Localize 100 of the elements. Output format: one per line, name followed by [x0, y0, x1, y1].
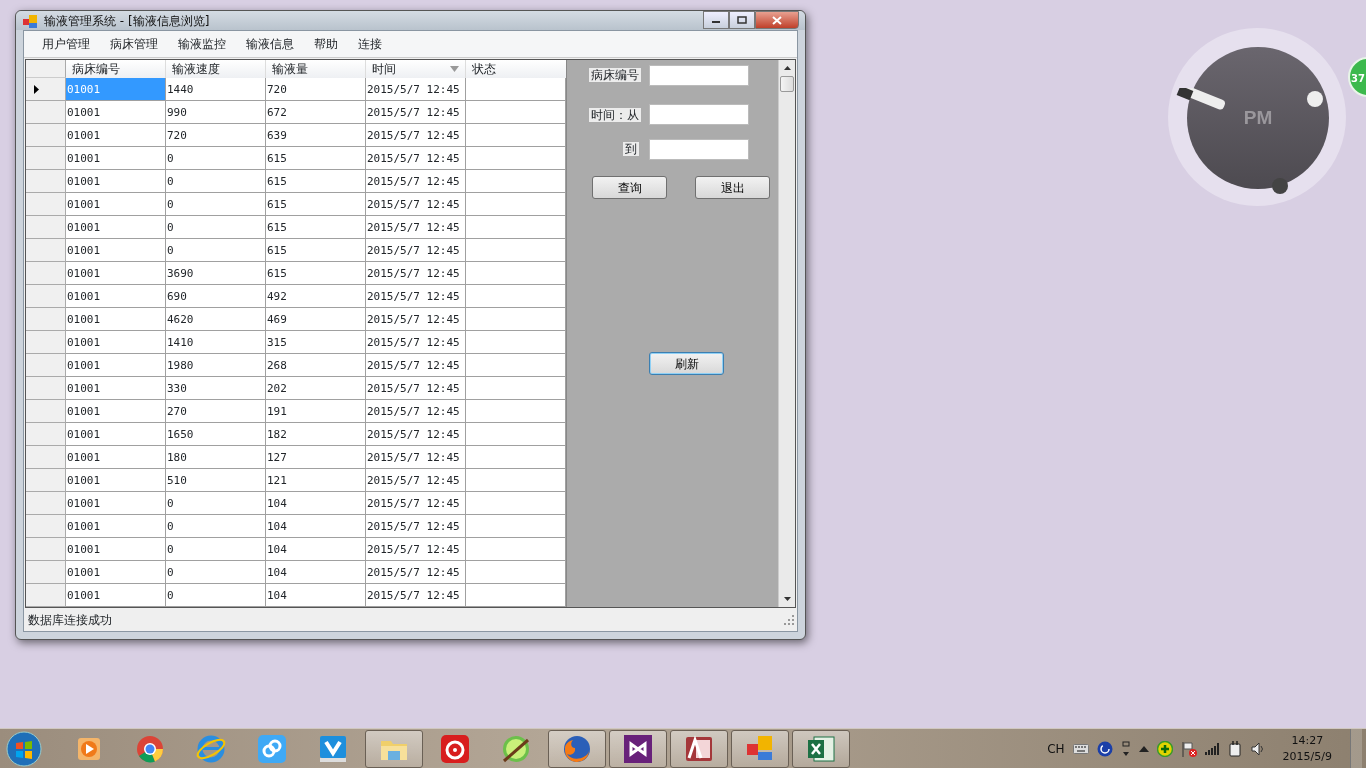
- column-header[interactable]: 状态: [466, 60, 566, 78]
- show-desktop-button[interactable]: [1350, 728, 1362, 768]
- table-cell[interactable]: [466, 561, 566, 584]
- table-cell[interactable]: 104: [266, 538, 366, 561]
- table-cell[interactable]: 01001: [66, 492, 166, 515]
- table-cell[interactable]: 104: [266, 584, 366, 607]
- start-button-icon[interactable]: [6, 730, 42, 767]
- table-cell[interactable]: 2015/5/7 12:45: [366, 515, 466, 538]
- table-cell[interactable]: 01001: [66, 262, 166, 285]
- table-cell[interactable]: [466, 331, 566, 354]
- table-cell[interactable]: 01001: [66, 308, 166, 331]
- taskbar-button[interactable]: [365, 729, 423, 768]
- table-cell[interactable]: 1440: [166, 78, 266, 101]
- table-cell[interactable]: 0: [166, 492, 266, 515]
- table-cell[interactable]: 01001: [66, 515, 166, 538]
- table-cell[interactable]: 01001: [66, 354, 166, 377]
- bed-number-field[interactable]: [649, 65, 749, 86]
- table-cell[interactable]: 2015/5/7 12:45: [366, 216, 466, 239]
- table-cell[interactable]: 615: [266, 170, 366, 193]
- table-cell[interactable]: 2015/5/7 12:45: [366, 538, 466, 561]
- exit-button[interactable]: 退出: [695, 176, 770, 199]
- table-cell[interactable]: 615: [266, 216, 366, 239]
- table-cell[interactable]: 01001: [66, 331, 166, 354]
- table-cell[interactable]: [466, 101, 566, 124]
- column-header[interactable]: 输液量: [266, 60, 366, 78]
- table-cell[interactable]: 202: [266, 377, 366, 400]
- menu-item[interactable]: 帮助: [304, 33, 348, 55]
- table-cell[interactable]: 2015/5/7 12:45: [366, 78, 466, 101]
- clock[interactable]: 14:27 2015/5/9: [1272, 732, 1342, 765]
- table-cell[interactable]: 720: [266, 78, 366, 101]
- table-cell[interactable]: 315: [266, 331, 366, 354]
- table-cell[interactable]: 01001: [66, 124, 166, 147]
- table-cell[interactable]: 104: [266, 515, 366, 538]
- table-cell[interactable]: 2015/5/7 12:45: [366, 101, 466, 124]
- show-hidden-icons-icon[interactable]: [1138, 745, 1149, 752]
- to-time-field[interactable]: [649, 139, 749, 160]
- table-cell[interactable]: 01001: [66, 469, 166, 492]
- table-cell[interactable]: 0: [166, 193, 266, 216]
- table-cell[interactable]: 01001: [66, 377, 166, 400]
- table-cell[interactable]: 01001: [66, 193, 166, 216]
- table-cell[interactable]: 1980: [166, 354, 266, 377]
- table-cell[interactable]: [466, 446, 566, 469]
- table-cell[interactable]: [466, 423, 566, 446]
- plus-circle-icon[interactable]: [1156, 740, 1173, 757]
- table-cell[interactable]: 01001: [66, 101, 166, 124]
- table-cell[interactable]: 127: [266, 446, 366, 469]
- table-cell[interactable]: 690: [166, 285, 266, 308]
- menu-item[interactable]: 输液监控: [168, 33, 236, 55]
- table-cell[interactable]: 2015/5/7 12:45: [366, 400, 466, 423]
- table-cell[interactable]: 01001: [66, 423, 166, 446]
- table-cell[interactable]: 2015/5/7 12:45: [366, 584, 466, 607]
- table-cell[interactable]: [466, 147, 566, 170]
- table-cell[interactable]: 0: [166, 147, 266, 170]
- table-cell[interactable]: 01001: [66, 285, 166, 308]
- from-time-field[interactable]: [649, 104, 749, 125]
- table-cell[interactable]: 01001: [66, 216, 166, 239]
- table-cell[interactable]: 0: [166, 216, 266, 239]
- table-cell[interactable]: 1650: [166, 423, 266, 446]
- input-language[interactable]: CH: [1047, 739, 1065, 758]
- table-cell[interactable]: 0: [166, 515, 266, 538]
- table-cell[interactable]: [466, 124, 566, 147]
- close-button[interactable]: [755, 11, 799, 29]
- table-cell[interactable]: 615: [266, 193, 366, 216]
- table-cell[interactable]: 330: [166, 377, 266, 400]
- table-cell[interactable]: [466, 492, 566, 515]
- table-cell[interactable]: 2015/5/7 12:45: [366, 285, 466, 308]
- table-cell[interactable]: 2015/5/7 12:45: [366, 423, 466, 446]
- table-cell[interactable]: 2015/5/7 12:45: [366, 193, 466, 216]
- table-cell[interactable]: 615: [266, 262, 366, 285]
- table-cell[interactable]: 469: [266, 308, 366, 331]
- table-cell[interactable]: 0: [166, 584, 266, 607]
- table-cell[interactable]: 01001: [66, 147, 166, 170]
- table-cell[interactable]: [466, 239, 566, 262]
- taskbar-button[interactable]: [792, 729, 850, 768]
- table-cell[interactable]: 2015/5/7 12:45: [366, 354, 466, 377]
- table-cell[interactable]: 01001: [66, 400, 166, 423]
- table-cell[interactable]: 615: [266, 239, 366, 262]
- table-cell[interactable]: 01001: [66, 239, 166, 262]
- table-cell[interactable]: [466, 170, 566, 193]
- table-cell[interactable]: [466, 400, 566, 423]
- speaker-icon[interactable]: [1250, 741, 1265, 756]
- table-cell[interactable]: 1410: [166, 331, 266, 354]
- table-cell[interactable]: [466, 308, 566, 331]
- table-cell[interactable]: 2015/5/7 12:45: [366, 239, 466, 262]
- table-cell[interactable]: 2015/5/7 12:45: [366, 469, 466, 492]
- table-cell[interactable]: [466, 78, 566, 101]
- table-cell[interactable]: [466, 354, 566, 377]
- table-cell[interactable]: [466, 262, 566, 285]
- table-cell[interactable]: 2015/5/7 12:45: [366, 561, 466, 584]
- column-header[interactable]: 输液速度: [166, 60, 266, 78]
- table-cell[interactable]: 180: [166, 446, 266, 469]
- table-cell[interactable]: 0: [166, 561, 266, 584]
- table-cell[interactable]: 2015/5/7 12:45: [366, 170, 466, 193]
- table-cell[interactable]: 2015/5/7 12:45: [366, 124, 466, 147]
- table-cell[interactable]: [466, 285, 566, 308]
- table-cell[interactable]: 2015/5/7 12:45: [366, 147, 466, 170]
- table-cell[interactable]: 492: [266, 285, 366, 308]
- table-cell[interactable]: 270: [166, 400, 266, 423]
- table-cell[interactable]: 2015/5/7 12:45: [366, 331, 466, 354]
- flag-error-icon[interactable]: [1180, 740, 1197, 757]
